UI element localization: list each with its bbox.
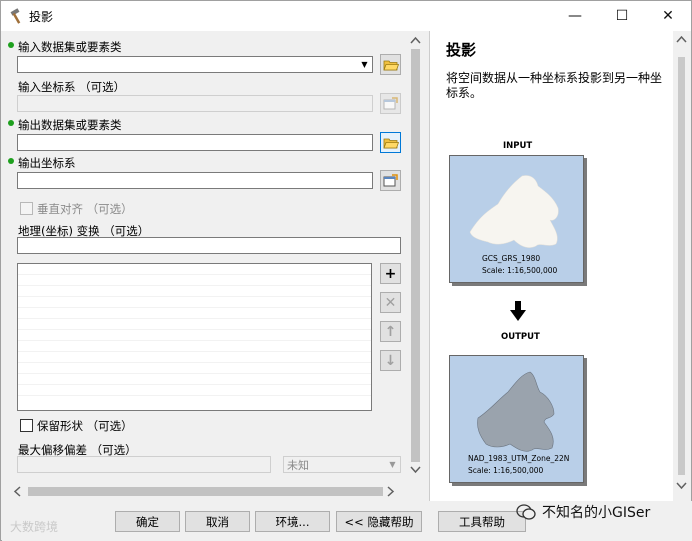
list-row (18, 341, 371, 352)
output-cs-label: 输出坐标系 (18, 156, 76, 170)
list-row (18, 286, 371, 297)
vertical-scrollbar[interactable] (407, 32, 424, 478)
required-indicator-icon (8, 42, 14, 48)
output-map: NAD_1983_UTM_Zone_22N Scale: 1:16,500,00… (449, 355, 584, 483)
list-row (18, 297, 371, 308)
watermark-right: 不知名的小GISer (516, 502, 650, 522)
landmass-output-image (477, 371, 555, 452)
title-bar: 投影 — ☐ ✕ (1, 1, 691, 31)
input-cs-properties-button (380, 93, 401, 114)
input-cs-field (17, 95, 373, 112)
list-row (18, 275, 371, 286)
list-row (18, 385, 371, 396)
max-offset-unit-select: 未知 ▼ (283, 456, 401, 473)
help-title: 投影 (446, 41, 477, 59)
help-vertical-scrollbar[interactable] (673, 31, 690, 501)
preserve-shape-label: 保留形状 （可选） (37, 419, 133, 433)
output-scale-caption: Scale: 1:16,500,000 (468, 466, 544, 475)
list-row (18, 330, 371, 341)
arrow-up-icon: ↑ (384, 323, 397, 340)
required-indicator-icon (8, 120, 14, 126)
move-up-button: ↑ (380, 321, 401, 342)
plus-icon: + (384, 265, 397, 282)
ok-button[interactable]: 确定 (115, 511, 180, 532)
input-dataset-combo[interactable]: ▼ (17, 56, 373, 73)
properties-icon (383, 97, 398, 110)
landmass-input-image (469, 175, 559, 248)
max-offset-unit-value: 未知 (287, 459, 309, 472)
list-row (18, 319, 371, 330)
max-offset-field (17, 456, 271, 473)
x-icon: ✕ (384, 294, 397, 311)
input-cs-label: 输入坐标系 （可选） (18, 80, 126, 94)
arrow-down-icon: ↓ (384, 352, 397, 369)
output-cs-caption: NAD_1983_UTM_Zone_22N (468, 454, 570, 463)
close-button[interactable]: ✕ (645, 1, 691, 31)
required-indicator-icon (8, 158, 14, 164)
scrollbar-track (13, 486, 395, 497)
chevron-down-icon: ▼ (389, 460, 396, 469)
list-row (18, 352, 371, 363)
preserve-shape-checkbox[interactable] (20, 419, 33, 432)
help-panel: 投影 将空间数据从一种坐标系投影到另一种坐标系。 INPUT GCS_GRS_1… (429, 31, 673, 501)
input-label: INPUT (503, 141, 533, 151)
help-description: 将空间数据从一种坐标系投影到另一种坐标系。 (446, 71, 663, 100)
move-down-button: ↓ (380, 350, 401, 371)
browse-output-button[interactable] (380, 132, 401, 153)
hammer-icon (10, 8, 21, 24)
output-cs-properties-button[interactable] (380, 170, 401, 191)
list-row (18, 308, 371, 319)
list-row (18, 363, 371, 374)
scrollbar-track (410, 36, 421, 474)
remove-button: ✕ (380, 292, 401, 313)
watermark-left: 大数跨境 (10, 520, 59, 534)
horizontal-scrollbar[interactable] (3, 483, 407, 500)
output-dataset-field[interactable] (17, 134, 373, 151)
folder-open-icon (382, 138, 399, 148)
output-dataset-label: 输出数据集或要素类 (18, 118, 122, 132)
output-cs-field[interactable] (17, 172, 373, 189)
window-title: 投影 (29, 10, 54, 24)
scrollbar-track (676, 35, 687, 490)
list-row (18, 374, 371, 385)
output-label: OUTPUT (501, 332, 540, 342)
arrow-down-icon (510, 301, 526, 321)
input-dataset-label: 输入数据集或要素类 (18, 40, 122, 54)
geo-transform-field[interactable] (17, 237, 401, 254)
input-cs-caption: GCS_GRS_1980 (482, 254, 541, 263)
vertical-checkbox (20, 202, 33, 215)
cancel-button[interactable]: 取消 (185, 511, 250, 532)
properties-icon (383, 174, 398, 187)
vertical-label: 垂直对齐 （可选） (37, 202, 133, 216)
parameters-panel: 输入数据集或要素类 ▼ 输入坐标系 （可选） 输出数据集或要素类 输出坐标系 垂… (2, 31, 421, 501)
tool-help-button[interactable]: 工具帮助 (438, 511, 526, 532)
input-map: GCS_GRS_1980 Scale: 1:16,500,000 (449, 155, 584, 283)
list-row (18, 264, 371, 275)
chevron-down-icon[interactable]: ▼ (359, 59, 370, 70)
folder-open-icon (382, 60, 399, 70)
minimize-button[interactable]: — (552, 1, 598, 31)
projection-tool-window: 投影 — ☐ ✕ 输入数据集或要素类 ▼ 输入坐标系 （可选） 输出数据集或要素… (0, 0, 692, 541)
browse-input-button[interactable] (380, 54, 401, 75)
maximize-button[interactable]: ☐ (599, 1, 645, 31)
environments-button[interactable]: 环境... (255, 511, 330, 532)
add-button[interactable]: + (380, 263, 401, 284)
hide-help-button[interactable]: << 隐藏帮助 (336, 511, 422, 532)
input-scale-caption: Scale: 1:16,500,000 (482, 266, 558, 275)
geo-transform-list[interactable] (17, 263, 372, 411)
wechat-icon (516, 504, 536, 520)
button-bar: 大数跨境 确定 取消 环境... << 隐藏帮助 工具帮助 不知名的小GISer (2, 501, 692, 541)
